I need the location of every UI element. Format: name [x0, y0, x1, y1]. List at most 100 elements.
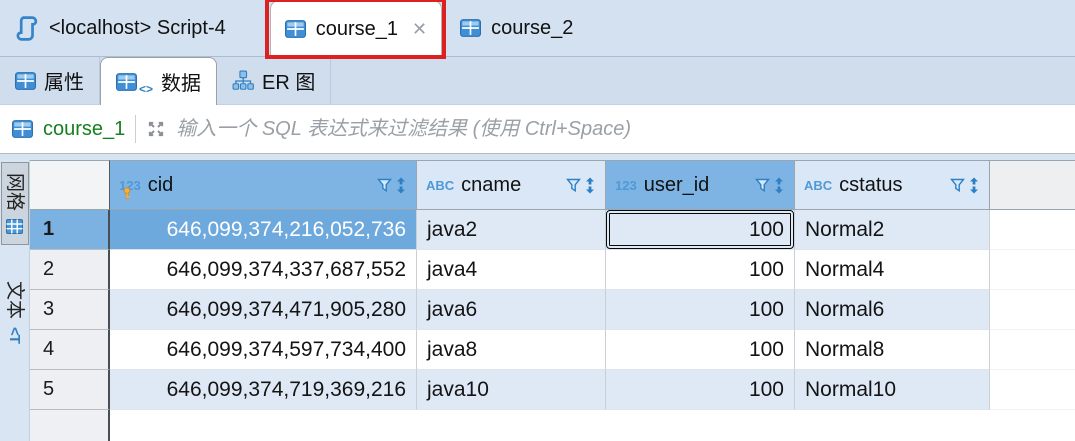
- editor-tab-script[interactable]: <localhost> Script-4: [0, 0, 270, 56]
- grid-cell-cid[interactable]: 646,099,374,216,052,736: [110, 210, 417, 250]
- filter-icon[interactable]: [377, 178, 392, 193]
- table-row: 5646,099,374,719,369,216java10100Normal1…: [30, 370, 1075, 410]
- code-brackets-icon: <>: [139, 82, 153, 96]
- grid-body: 1646,099,374,216,052,736java2100Normal22…: [30, 210, 1075, 410]
- table-row: 1646,099,374,216,052,736java2100Normal2: [30, 210, 1075, 250]
- panel-tab-grid[interactable]: 网格: [1, 162, 29, 245]
- filter-icon[interactable]: [950, 178, 965, 193]
- row-filler: [990, 210, 1075, 250]
- filter-icon[interactable]: [566, 178, 581, 193]
- table-icon: [15, 72, 36, 90]
- grid-cell-user_id[interactable]: 100: [606, 370, 795, 410]
- grid-cell-user_id[interactable]: 100: [606, 290, 795, 330]
- grid-cell-cstatus[interactable]: Normal10: [795, 370, 990, 410]
- view-tabbar: 属性 <> 数据 ER 图: [0, 57, 1075, 105]
- table-row: 2646,099,374,337,687,552java4100Normal4: [30, 250, 1075, 290]
- panel-tab-text[interactable]: 文本 <T: [5, 271, 24, 353]
- divider: [135, 115, 136, 143]
- tab-data[interactable]: <> 数据: [100, 57, 217, 105]
- grid-cell-cstatus[interactable]: Normal4: [795, 250, 990, 290]
- column-name: cid: [148, 174, 174, 197]
- presentation-rail: 网格 文本 <T t: [0, 160, 30, 441]
- column-name: cstatus: [839, 174, 902, 197]
- grid-cell-cname[interactable]: java2: [417, 210, 606, 250]
- sort-icon[interactable]: [395, 177, 407, 194]
- row-number[interactable]: 1: [30, 210, 110, 250]
- panel-tab-label: 网格: [5, 173, 24, 211]
- row-filler: [990, 250, 1075, 290]
- editor-tab-label: course_1: [316, 18, 398, 41]
- grid-cell-user_id[interactable]: 100: [606, 250, 795, 290]
- grid-cell-cname[interactable]: java8: [417, 330, 606, 370]
- grid-cell-cid[interactable]: 646,099,374,597,734,400: [110, 330, 417, 370]
- string-type-icon: ABC: [426, 178, 454, 193]
- column-header-user-id[interactable]: 123 user_id: [606, 160, 795, 210]
- data-panel: 网格 文本 <T t 123 cid ABC: [0, 160, 1075, 441]
- row-filler: [110, 410, 1075, 441]
- row-number[interactable]: 2: [30, 250, 110, 290]
- sql-filter-bar: course_1: [0, 105, 1075, 154]
- row-filler: [990, 330, 1075, 370]
- grid-cell-cstatus[interactable]: Normal6: [795, 290, 990, 330]
- sql-filter-input[interactable]: [176, 118, 1063, 141]
- header-filler: [990, 160, 1075, 210]
- editor-tabbar: <localhost> Script-4 course_1 ✕ course_2: [0, 0, 1075, 57]
- tab-label: ER 图: [262, 66, 315, 95]
- row-number[interactable]: 3: [30, 290, 110, 330]
- row-number[interactable]: 5: [30, 370, 110, 410]
- grid-header: 123 cid ABC cname 123 user_id: [30, 160, 1075, 210]
- column-header-cname[interactable]: ABC cname: [417, 160, 606, 210]
- grid-cell-cname[interactable]: java4: [417, 250, 606, 290]
- table-icon: [12, 120, 33, 138]
- grid-cell-cname[interactable]: java10: [417, 370, 606, 410]
- grid-cell-cid[interactable]: 646,099,374,337,687,552: [110, 250, 417, 290]
- tab-label: 属性: [44, 66, 84, 95]
- numeric-type-icon: 123: [119, 178, 141, 193]
- row-number[interactable]: 4: [30, 330, 110, 370]
- grid-icon: [6, 219, 23, 234]
- filter-icon[interactable]: [755, 178, 770, 193]
- sort-icon[interactable]: [968, 177, 980, 194]
- grid-cell-cname[interactable]: java6: [417, 290, 606, 330]
- table-data-icon: [116, 73, 137, 91]
- editor-tab-course-2[interactable]: course_2: [442, 0, 591, 56]
- text-view-icon: <T: [7, 327, 22, 343]
- table-icon: [285, 20, 306, 38]
- editor-tab-label: course_2: [491, 17, 573, 40]
- sort-icon[interactable]: [584, 177, 596, 194]
- sql-script-icon: [14, 15, 39, 42]
- column-header-cid[interactable]: 123 cid: [110, 160, 417, 210]
- grid-cell-cid[interactable]: 646,099,374,719,369,216: [110, 370, 417, 410]
- numeric-type-icon: 123: [615, 178, 637, 193]
- tab-er-diagram[interactable]: ER 图: [217, 57, 331, 104]
- table-row: 4646,099,374,597,734,400java8100Normal8: [30, 330, 1075, 370]
- grid-cell-cstatus[interactable]: Normal8: [795, 330, 990, 370]
- grid-cell-user_id[interactable]: 100: [606, 210, 795, 250]
- sort-icon[interactable]: [773, 177, 785, 194]
- row-filler: [990, 370, 1075, 410]
- editor-tab-label: <localhost> Script-4: [49, 17, 226, 40]
- string-type-icon: ABC: [804, 178, 832, 193]
- editor-tab-course-1[interactable]: course_1 ✕: [270, 0, 442, 57]
- result-grid: 123 cid ABC cname 123 user_id: [30, 160, 1075, 441]
- active-table-name[interactable]: course_1: [43, 118, 125, 141]
- primary-key-icon: [122, 187, 132, 200]
- panel-tab-label: 文本: [5, 281, 24, 319]
- row-filler: [990, 290, 1075, 330]
- grid-cell-cid[interactable]: 646,099,374,471,905,280: [110, 290, 417, 330]
- tab-label: 数据: [161, 67, 201, 96]
- row-number: [30, 410, 110, 441]
- table-row: 3646,099,374,471,905,280java6100Normal6: [30, 290, 1075, 330]
- er-diagram-icon: [232, 70, 254, 92]
- close-icon[interactable]: ✕: [412, 19, 427, 40]
- grid-cell-user_id[interactable]: 100: [606, 330, 795, 370]
- empty-row-area: [30, 410, 1075, 441]
- column-name: user_id: [644, 174, 710, 197]
- grid-corner[interactable]: [30, 160, 110, 210]
- column-header-cstatus[interactable]: ABC cstatus: [795, 160, 990, 210]
- grid-cell-cstatus[interactable]: Normal2: [795, 210, 990, 250]
- column-name: cname: [461, 174, 521, 197]
- tab-properties[interactable]: 属性: [0, 57, 100, 104]
- table-icon: [460, 19, 481, 37]
- expand-panel-icon[interactable]: [146, 119, 166, 139]
